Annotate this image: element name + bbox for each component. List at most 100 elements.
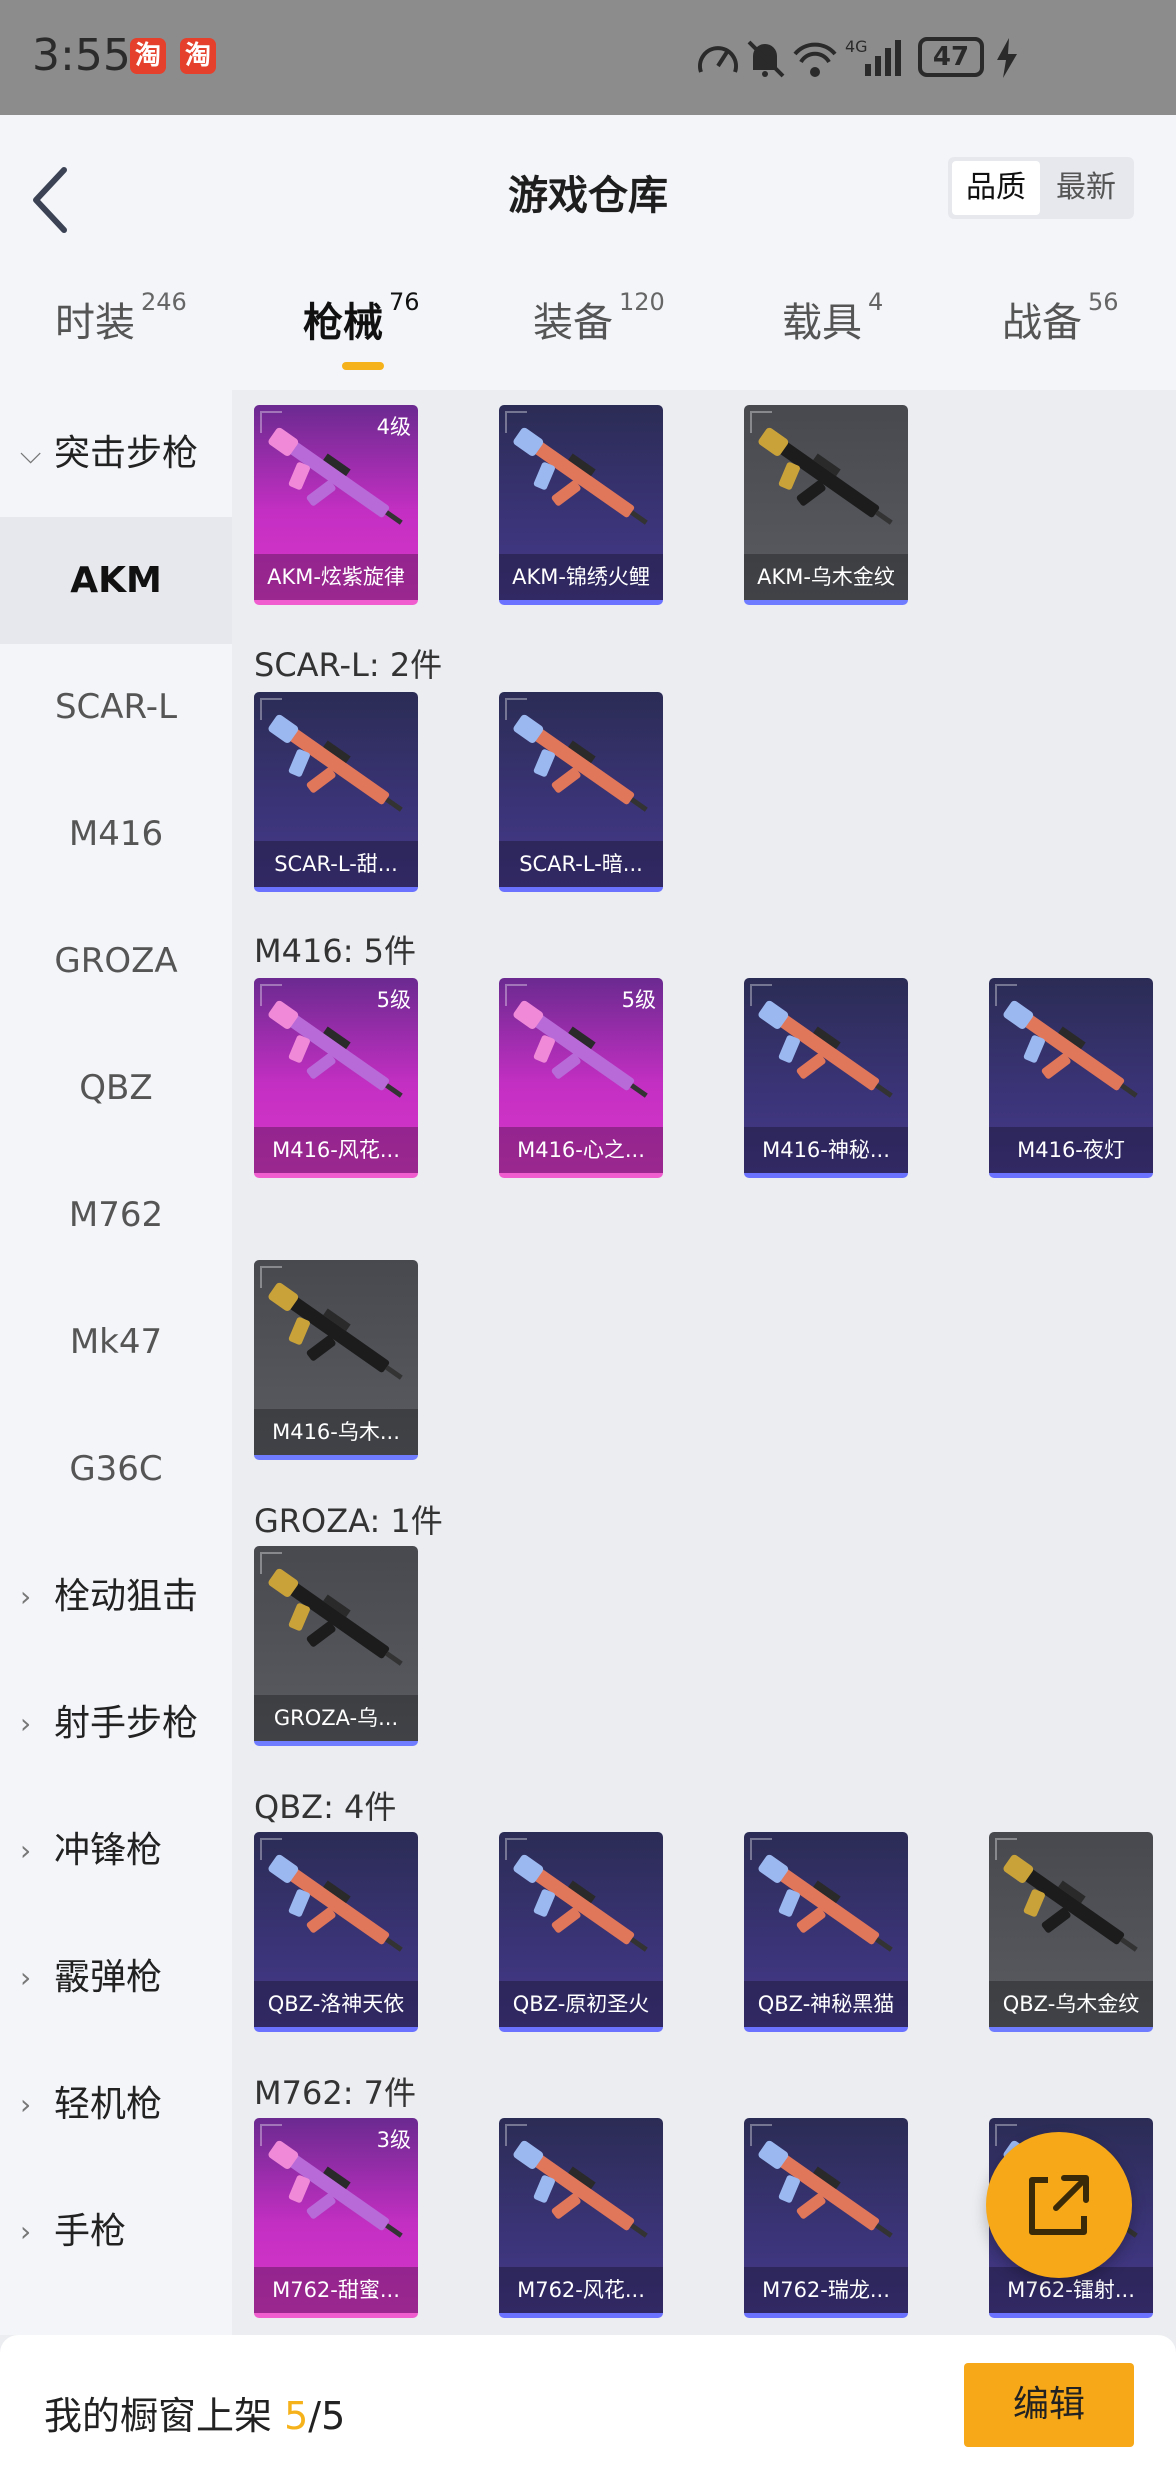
sidebar-category-smg[interactable]: › 冲锋枪 — [0, 1787, 232, 1914]
bottom-bar: 我的橱窗上架 5/5 编辑 — [0, 2335, 1176, 2480]
tab-count: 246 — [141, 288, 187, 316]
sidebar-category-marksman[interactable]: › 射手步枪 — [0, 1660, 232, 1787]
category-sidebar: ⌵ 突击步枪 AKM SCAR-L M416 GROZA QBZ M762 Mk4… — [0, 390, 232, 2335]
weapon-name: AKM-乌木金纹 — [744, 554, 908, 600]
battery-icon: 47 — [918, 37, 984, 77]
section-title: M762: 7件 — [254, 2074, 417, 2112]
weapon-card[interactable]: M762-瑞龙... — [744, 2118, 908, 2318]
sidebar-item-label: 手枪 — [54, 2211, 127, 2252]
weapon-card[interactable]: QBZ-原初圣火 — [499, 1832, 663, 2032]
sidebar-category-shotgun[interactable]: › 霰弹枪 — [0, 1914, 232, 2041]
weapon-card[interactable]: 3级 M762-甜蜜... — [254, 2118, 418, 2318]
weapon-card[interactable]: M416-夜灯 — [989, 978, 1153, 1178]
weapon-icon — [758, 2140, 893, 2238]
weapon-card[interactable]: SCAR-L-暗... — [499, 692, 663, 892]
showcase-current: 5 — [284, 2394, 309, 2438]
sidebar-item-label: 冲锋枪 — [54, 1830, 163, 1871]
network-type: 4G — [845, 37, 868, 56]
sidebar-item-m416[interactable]: M416 — [0, 771, 232, 898]
weapon-card[interactable]: SCAR-L-甜... — [254, 692, 418, 892]
tab-label: 载具 — [782, 300, 862, 346]
weapon-card[interactable]: GROZA-乌... — [254, 1546, 418, 1746]
sidebar-item-label: 射手步枪 — [54, 1703, 199, 1744]
chevron-right-icon: › — [20, 1580, 32, 1613]
chevron-right-icon: › — [20, 1834, 32, 1867]
weapon-card[interactable]: QBZ-洛神天依 — [254, 1832, 418, 2032]
chevron-down-icon: ⌵ — [20, 437, 42, 470]
tab-vehicles[interactable]: 载具 4 — [782, 288, 883, 348]
sidebar-item-m762[interactable]: M762 — [0, 1152, 232, 1279]
sidebar-item-akm[interactable]: AKM — [0, 517, 232, 644]
sidebar-item-groza[interactable]: GROZA — [0, 898, 232, 1025]
weapon-card[interactable]: QBZ-乌木金纹 — [989, 1832, 1153, 2032]
level-badge: 5级 — [621, 988, 656, 1012]
weapon-icon — [268, 1854, 403, 1952]
sidebar-item-qbz[interactable]: QBZ — [0, 1025, 232, 1152]
share-icon — [1029, 2175, 1089, 2235]
weapon-name: QBZ-洛神天依 — [254, 1981, 418, 2027]
weapon-card[interactable]: AKM-乌木金纹 — [744, 405, 908, 605]
status-icons: 4G — [698, 37, 901, 78]
sidebar-item-g36c[interactable]: G36C — [0, 1406, 232, 1533]
weapon-card[interactable]: M416-神秘... — [744, 978, 908, 1178]
weapon-icon — [1003, 1000, 1138, 1098]
weapon-card[interactable]: 4级 AKM-炫紫旋律 — [254, 405, 418, 605]
tab-supplies[interactable]: 战备 56 — [1002, 288, 1119, 348]
sidebar-item-label: 突击步枪 — [54, 433, 199, 474]
weapon-icon — [513, 427, 648, 525]
level-badge: 4级 — [376, 415, 411, 439]
weapon-name: SCAR-L-暗... — [499, 841, 663, 887]
weapon-name: QBZ-乌木金纹 — [989, 1981, 1153, 2027]
tab-label: 枪械 — [303, 300, 383, 346]
share-button[interactable] — [986, 2132, 1132, 2278]
edit-button[interactable]: 编辑 — [964, 2363, 1134, 2447]
sort-quality-button[interactable]: 品质 — [952, 161, 1040, 215]
sidebar-category-pistol[interactable]: › 手枪 — [0, 2168, 232, 2295]
showcase-count: 我的橱窗上架 5/5 — [44, 2385, 345, 2440]
weapon-card[interactable]: QBZ-神秘黑猫 — [744, 1832, 908, 2032]
weapon-name: M762-瑞龙... — [744, 2267, 908, 2313]
weapon-icon — [268, 1282, 403, 1380]
tab-equipment[interactable]: 装备 120 — [533, 288, 665, 348]
chevron-right-icon: › — [20, 2215, 32, 2248]
sidebar-item-label: 轻机枪 — [54, 2084, 163, 2125]
weapon-name: QBZ-神秘黑猫 — [744, 1981, 908, 2027]
sort-newest-button[interactable]: 最新 — [1042, 161, 1130, 215]
tab-weapons[interactable]: 枪械 76 — [303, 288, 420, 348]
status-bar: 3:55 淘 淘 4G 47 — [0, 0, 1176, 115]
weapon-icon — [268, 714, 403, 812]
active-tab-indicator — [342, 362, 384, 370]
sidebar-category-lmg[interactable]: › 轻机枪 — [0, 2041, 232, 2168]
weapon-card[interactable]: M762-风花... — [499, 2118, 663, 2318]
weapon-name: M762-风花... — [499, 2267, 663, 2313]
tab-label: 战备 — [1002, 300, 1082, 346]
section-title: QBZ: 4件 — [254, 1788, 397, 1826]
weapon-name: M416-夜灯 — [989, 1127, 1153, 1173]
level-badge: 5级 — [376, 988, 411, 1012]
weapon-card[interactable]: M416-乌木... — [254, 1260, 418, 1460]
sort-toggle: 品质 最新 — [948, 157, 1134, 219]
weapon-icon — [513, 1854, 648, 1952]
weapon-card[interactable]: 5级 M416-风花... — [254, 978, 418, 1178]
weapon-icon — [758, 1000, 893, 1098]
wifi-icon — [793, 42, 837, 77]
weapon-name: M416-风花... — [254, 1127, 418, 1173]
section-title: SCAR-L: 2件 — [254, 646, 443, 684]
sidebar-item-mk47[interactable]: Mk47 — [0, 1279, 232, 1406]
weapon-card[interactable]: 5级 M416-心之... — [499, 978, 663, 1178]
weapon-name: AKM-炫紫旋律 — [254, 554, 418, 600]
weapon-name: SCAR-L-甜... — [254, 841, 418, 887]
sidebar-category-bolt-sniper[interactable]: › 栓动狙击 — [0, 1533, 232, 1660]
sidebar-item-label: 栓动狙击 — [54, 1576, 199, 1617]
sidebar-item-label: 霰弹枪 — [54, 1957, 163, 1998]
chevron-right-icon: › — [20, 1961, 32, 1994]
tab-count: 120 — [619, 288, 665, 316]
status-time: 3:55 — [32, 30, 131, 81]
weapon-icon — [758, 427, 893, 525]
sidebar-item-scar-l[interactable]: SCAR-L — [0, 644, 232, 771]
sidebar-category-assault-rifle[interactable]: ⌵ 突击步枪 — [0, 390, 232, 517]
weapon-name: GROZA-乌... — [254, 1695, 418, 1741]
weapon-icon — [513, 2140, 648, 2238]
tab-costumes[interactable]: 时装 246 — [55, 288, 187, 348]
weapon-card[interactable]: AKM-锦绣火鲤 — [499, 405, 663, 605]
